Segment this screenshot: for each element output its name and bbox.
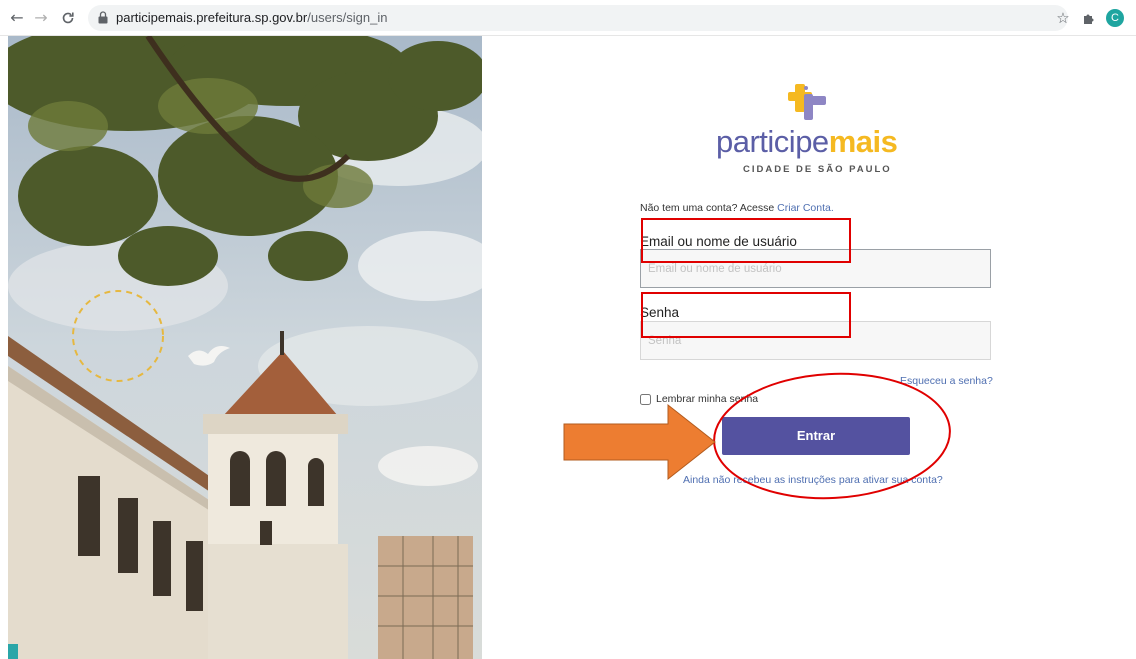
remember-label: Lembrar minha senha <box>656 393 759 405</box>
brand-word-part2: mais <box>828 124 898 159</box>
reload-icon[interactable] <box>57 7 79 29</box>
city-hall-photo <box>8 36 482 659</box>
signup-prompt-text: Não tem uma conta? Acesse <box>640 202 775 214</box>
url-text: participemais.prefeitura.sp.gov.br/users… <box>116 10 387 25</box>
login-submit-button[interactable]: Entrar <box>722 417 910 455</box>
brand-subtitle: CIDADE DE SÃO PAULO <box>743 164 892 175</box>
brand-word-part1: participe <box>716 124 829 159</box>
url-host: participemais.prefeitura.sp.gov.br <box>116 10 308 25</box>
create-account-link[interactable]: Criar Conta. <box>777 202 834 214</box>
lock-icon <box>98 11 108 24</box>
profile-avatar[interactable]: C <box>1106 9 1124 27</box>
forgot-password-link[interactable]: Esqueceu a senha? <box>900 375 993 387</box>
url-path: /users/sign_in <box>307 10 388 25</box>
password-field[interactable] <box>640 321 991 360</box>
address-bar[interactable]: participemais.prefeitura.sp.gov.br/users… <box>88 5 1068 31</box>
brand-wordmark: participemais <box>716 124 898 160</box>
remember-me[interactable]: Lembrar minha senha <box>640 393 758 405</box>
password-label: Senha <box>640 305 680 320</box>
forward-arrow-icon[interactable]: → <box>30 7 52 29</box>
orange-arrow-icon <box>563 403 716 481</box>
email-label: Email ou nome de usuário <box>640 234 797 249</box>
remember-checkbox[interactable] <box>640 393 651 405</box>
signup-prompt: Não tem uma conta? Acesse Criar Conta. <box>640 202 834 214</box>
email-field[interactable] <box>640 249 991 288</box>
back-arrow-icon[interactable]: ← <box>6 7 28 29</box>
browser-toolbar: ← → participemais.prefeitura.sp.gov.br/u… <box>0 0 1136 36</box>
bookmark-star-icon[interactable]: ☆ <box>1052 7 1074 29</box>
extensions-puzzle-icon[interactable] <box>1078 7 1100 29</box>
resend-confirmation-link[interactable]: Ainda não recebeu as instruções para ati… <box>683 474 943 486</box>
